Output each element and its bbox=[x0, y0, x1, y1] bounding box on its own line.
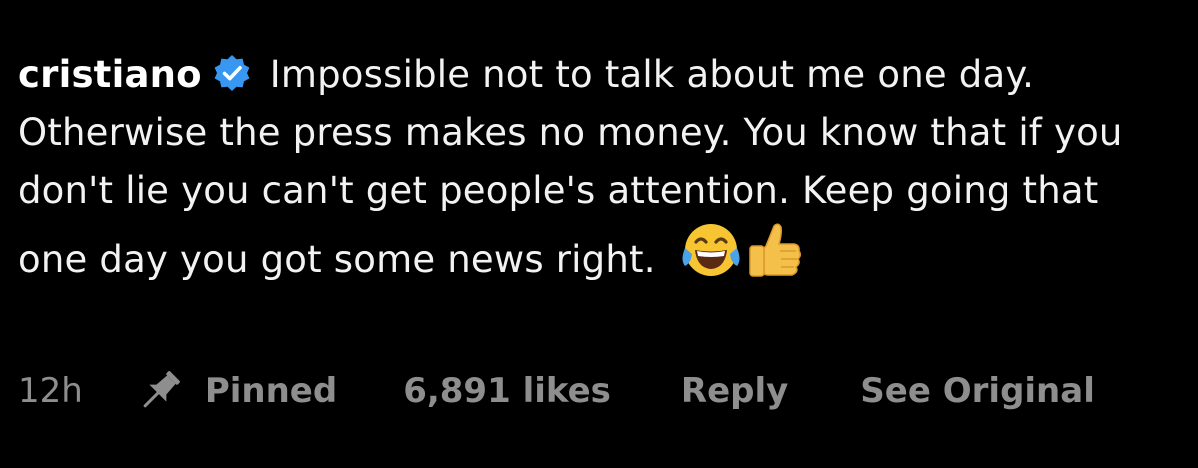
comment: cristiano Impossible not to talk about m… bbox=[18, 46, 1178, 289]
thumbs-up-emoji bbox=[748, 223, 801, 277]
comment-timestamp: 12h bbox=[18, 371, 83, 411]
face-with-tears-of-joy-emoji bbox=[682, 224, 740, 276]
verified-badge-icon bbox=[214, 55, 250, 91]
reply-button[interactable]: Reply bbox=[681, 371, 788, 411]
likes-count[interactable]: 6,891 likes bbox=[403, 371, 611, 411]
comment-footer: 12h Pinned 6,891 likes Reply See Origina… bbox=[18, 366, 1095, 416]
see-original-button[interactable]: See Original bbox=[860, 371, 1095, 411]
pinned-label: Pinned bbox=[204, 371, 338, 411]
pinned-indicator: Pinned bbox=[135, 367, 337, 415]
comment-username[interactable]: cristiano bbox=[18, 53, 202, 96]
pin-icon bbox=[143, 371, 180, 408]
comment-body: cristiano Impossible not to talk about m… bbox=[18, 46, 1178, 289]
